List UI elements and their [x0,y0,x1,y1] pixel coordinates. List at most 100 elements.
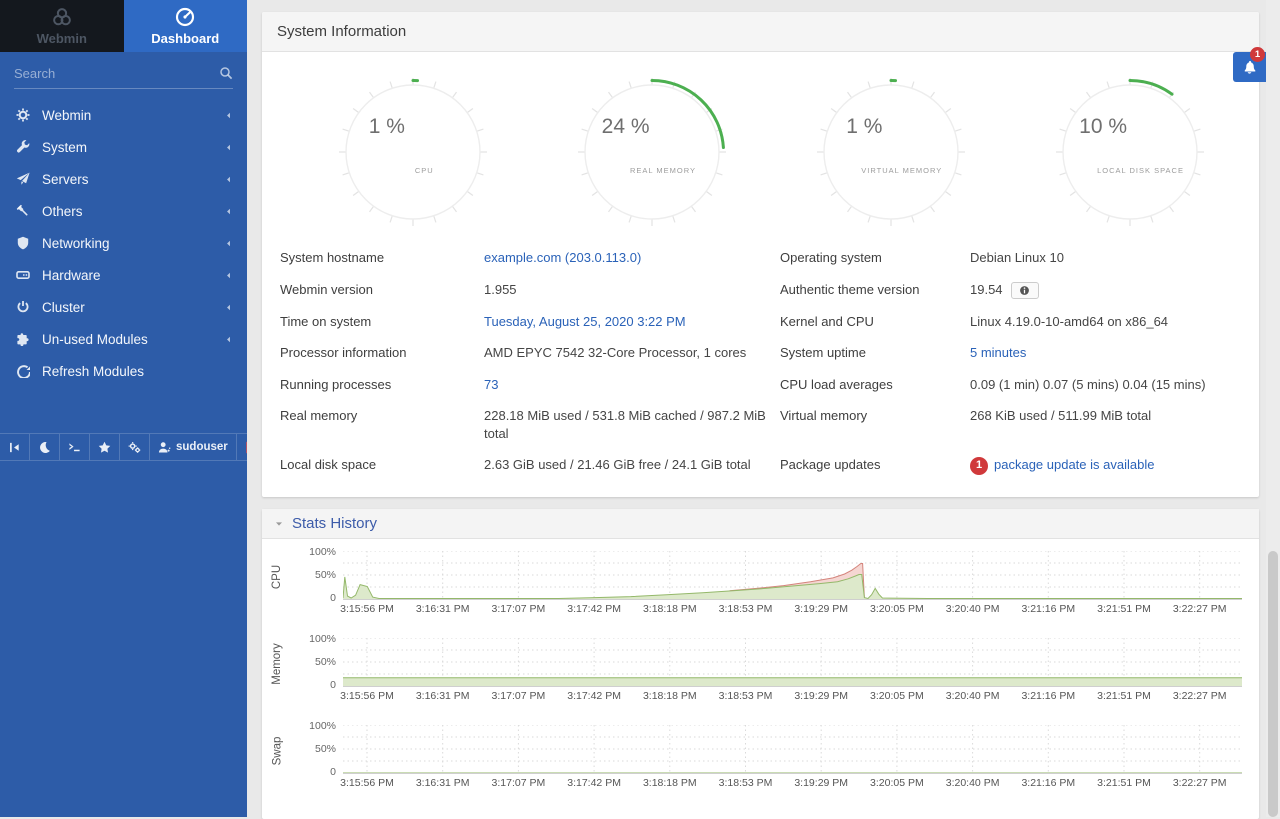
chart-axis-title: CPU [270,553,284,601]
info-label-system-uptime: System uptime [780,337,962,369]
sidebar-item-others[interactable]: Others [0,195,247,227]
x-tick-label: 3:21:16 PM [1021,690,1075,702]
tab-webmin[interactable]: Webmin [0,0,124,52]
x-tick-label: 3:19:29 PM [794,603,848,615]
info-label-cpu-load-averages: CPU load averages [780,369,962,401]
info-label-operating-system: Operating system [780,242,962,274]
chart-axis-title: Swap [270,727,284,775]
info-link[interactable]: example.com (203.0.113.0) [484,250,641,265]
scrollbar-thumb[interactable] [1268,551,1278,817]
sidebar-item-cluster[interactable]: Cluster [0,291,247,323]
sidebar-item-webmin[interactable]: Webmin [0,99,247,131]
gauge-value: 1 % [351,115,423,139]
info-value-operating-system: Debian Linux 10 [970,242,1241,274]
x-tick-label: 3:20:05 PM [870,690,924,702]
gauge-dial [574,74,730,230]
terminal-button[interactable] [60,434,90,460]
tab-dashboard[interactable]: Dashboard [124,0,248,52]
stats-history-title: Stats History [292,515,377,532]
chart-plot [343,551,1242,601]
sidebar-item-hardware[interactable]: Hardware [0,259,247,291]
info-label-running-processes: Running processes [280,369,476,401]
y-tick-100: 100% [290,546,336,558]
star-icon [98,441,111,454]
y-tick-100: 100% [290,633,336,645]
x-tick-label: 3:16:31 PM [416,603,470,615]
gauge-dial [1052,74,1208,230]
stats-charts: CPU 100% 50% 0 3:15:56 PM 3:16:31 PM 3:17:07 P… [262,539,1259,800]
notifications-button[interactable]: 1 [1233,52,1266,82]
sidebar-item-label: Cluster [42,300,224,315]
collapse-sidebar-button[interactable] [0,434,30,460]
page-title: System Information [277,23,1244,40]
info-text: AMD EPYC 7542 32-Core Processor, 1 cores [484,345,746,360]
info-value-authentic-theme-version: 19.54 [970,274,1241,306]
x-tick-label: 3:15:56 PM [340,690,394,702]
favorites-button[interactable] [90,434,120,460]
y-tick-0: 0 [290,766,336,778]
system-information-panel: System Information 1 %CPU24 %REAL MEMORY… [262,12,1259,497]
x-tick-label: 3:15:56 PM [340,777,394,789]
sidebar-item-system[interactable]: System [0,131,247,163]
sidebar-item-label: Un-used Modules [42,332,224,347]
info-link[interactable]: 5 minutes [970,345,1026,360]
info-value-running-processes[interactable]: 73 [484,369,772,401]
sidebar-item-refresh-modules[interactable]: Refresh Modules [0,355,247,387]
chart-memory: Memory100%50%03:15:56 PM3:16:31 PM3:17:0… [262,626,1259,713]
user-icon [158,441,171,454]
sidebar-menu: WebminSystemServers Others NetworkingHardw… [0,99,247,387]
info-label-authentic-theme-version: Authentic theme version [780,274,962,306]
theme-info-button[interactable] [1011,282,1039,299]
stats-history-panel: Stats History CPU 100% 50% 0 3:15:56 PM 3:16:… [262,509,1259,819]
info-link[interactable]: 73 [484,377,498,392]
power-icon [16,300,30,314]
x-tick-label: 3:18:53 PM [719,690,773,702]
theme-settings-button[interactable] [120,434,150,460]
x-tick-label: 3:17:07 PM [492,777,546,789]
info-value-system-uptime[interactable]: 5 minutes [970,337,1241,369]
sidebar-item-un-used-modules[interactable]: Un-used Modules [0,323,247,355]
search-icon[interactable] [219,64,233,82]
info-link[interactable]: package update is available [994,457,1154,472]
night-mode-button[interactable] [30,434,60,460]
webmin-logo-icon [52,7,72,27]
caret-left-icon [224,335,233,344]
x-tick-label: 3:18:18 PM [643,690,697,702]
sidebar-item-networking[interactable]: Networking [0,227,247,259]
gauge-label: LOCAL DISK SPACE [1073,166,1207,175]
x-tick-label: 3:21:51 PM [1097,690,1151,702]
info-label-webmin-version: Webmin version [280,274,476,306]
info-label-virtual-memory: Virtual memory [780,400,962,449]
info-value-real-memory: 228.18 MiB used / 531.8 MiB cached / 987… [484,400,772,449]
info-value-package-updates[interactable]: 1package update is available [970,449,1241,482]
stats-history-header[interactable]: Stats History [262,509,1259,539]
gauge-label: CPU [357,166,491,175]
info-value-time-on-system[interactable]: Tuesday, August 25, 2020 3:22 PM [484,306,772,338]
info-value-local-disk-space: 2.63 GiB used / 21.46 GiB free / 24.1 Gi… [484,449,772,482]
info-label-processor-information: Processor information [280,337,476,369]
info-label-package-updates: Package updates [780,449,962,482]
collapse-icon [8,441,21,454]
info-link[interactable]: Tuesday, August 25, 2020 3:22 PM [484,314,686,329]
y-tick-50: 50% [290,743,336,755]
x-tick-label: 3:18:18 PM [643,777,697,789]
caret-down-icon [274,519,284,529]
sidebar-item-label: Others [42,204,224,219]
notification-badge: 1 [1250,47,1265,62]
x-tick-label: 3:20:05 PM [870,603,924,615]
scrollbar-track[interactable] [1266,0,1280,817]
gavel-icon [16,204,30,218]
wrench-icon [16,140,30,154]
search-input[interactable] [14,66,219,81]
caret-left-icon [224,239,233,248]
sidebar-item-servers[interactable]: Servers [0,163,247,195]
chart-axis-title: Memory [270,640,284,688]
x-tick-label: 3:22:27 PM [1173,690,1227,702]
user-menu-button[interactable]: sudouser [150,434,237,460]
info-value-system-hostname[interactable]: example.com (203.0.113.0) [484,242,772,274]
gauges-row: 1 %CPU24 %REAL MEMORY1 %VIRTUAL MEMORY10… [262,52,1259,234]
sidebar-toolbar: sudouser [0,433,247,461]
gauge-cpu: 1 % CPU [335,74,491,230]
main-content: System Information 1 %CPU24 %REAL MEMORY… [247,0,1266,817]
caret-left-icon [224,207,233,216]
